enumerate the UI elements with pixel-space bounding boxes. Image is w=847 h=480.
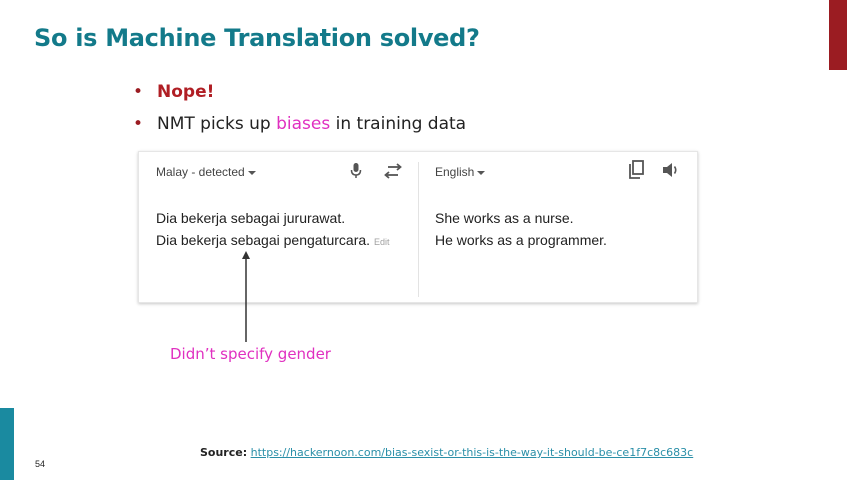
- source-text[interactable]: Dia bekerja sebagai jururawat. Dia beker…: [156, 207, 390, 253]
- source-line-2: Dia bekerja sebagai pengaturcara. Edit: [156, 229, 390, 253]
- target-line-1: She works as a nurse.: [435, 210, 574, 226]
- side-accent-bar: [0, 408, 14, 480]
- bullet-nope-text: Nope!: [157, 82, 215, 102]
- panel-divider: [418, 162, 419, 297]
- bullet-item: • Nope!: [130, 80, 466, 112]
- source-language-select[interactable]: Malay - detected: [156, 165, 256, 179]
- source-link[interactable]: https://hackernoon.com/bias-sexist-or-th…: [251, 446, 694, 459]
- bullet-item: • NMT picks up biases in training data: [130, 112, 466, 144]
- target-line-2: He works as a programmer.: [435, 232, 607, 248]
- source-label: Source:: [200, 446, 248, 459]
- speaker-icon[interactable]: [661, 160, 681, 180]
- copy-icon[interactable]: [626, 160, 646, 180]
- slide-title: So is Machine Translation solved?: [34, 24, 480, 52]
- target-text: She works as a nurse. He works as a prog…: [435, 207, 607, 251]
- chevron-down-icon: [247, 170, 256, 175]
- gender-annotation: Didn’t specify gender: [170, 345, 331, 363]
- edit-link[interactable]: Edit: [374, 237, 390, 247]
- microphone-icon[interactable]: [346, 161, 366, 181]
- page-number: 54: [35, 459, 46, 469]
- chevron-down-icon: [477, 170, 486, 175]
- bullet-text-part: NMT picks up: [157, 114, 277, 134]
- source-line-1: Dia bekerja sebagai jururawat.: [156, 210, 346, 226]
- bullet-list: • Nope! • NMT picks up biases in trainin…: [130, 80, 466, 144]
- bullet-text-part: in training data: [330, 114, 467, 134]
- translation-panel: Malay - detected English Dia bekerja seb…: [138, 151, 698, 303]
- target-language-select[interactable]: English: [435, 165, 486, 179]
- source-language-label: Malay - detected: [156, 165, 245, 179]
- corner-accent-bar: [829, 0, 847, 70]
- bullet-highlight-biases: biases: [276, 114, 331, 134]
- source-line-2-text: Dia bekerja sebagai pengaturcara.: [156, 232, 371, 248]
- bullet-dot-icon: •: [133, 114, 144, 134]
- bullet-dot-icon: •: [133, 82, 144, 102]
- swap-icon[interactable]: [383, 161, 403, 181]
- target-language-label: English: [435, 165, 475, 179]
- up-arrow-icon: [242, 251, 250, 342]
- source-citation: Source: https://hackernoon.com/bias-sexi…: [200, 446, 693, 459]
